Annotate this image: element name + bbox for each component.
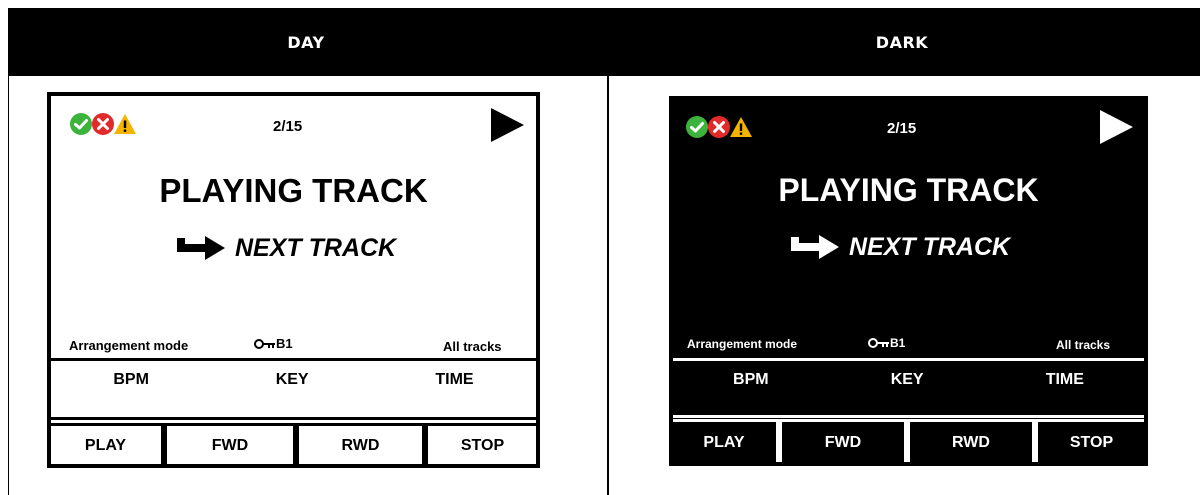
rwd-button[interactable]: RWD [296,423,425,464]
track-counter: 2/15 [273,118,303,135]
warning-triangle-icon [730,117,752,137]
right-arrow-icon [177,235,225,260]
time-label: TIME [435,371,474,388]
playing-track-title: PLAYING TRACK [159,172,428,209]
meta-box: BPM KEY TIME [51,358,536,420]
play-button[interactable]: PLAY [51,423,164,464]
bpm-label: BPM [733,371,769,388]
key-icon [868,338,889,348]
check-circle-icon [686,116,708,138]
key-label: KEY [275,371,309,388]
key-indicator: B1 [868,336,905,350]
key-value: B1 [276,336,293,351]
tracks-filter: All tracks [443,339,502,354]
track-counter: 2/15 [887,120,917,137]
warning-triangle-icon [114,114,136,134]
next-track-row: NEXT TRACK [175,234,396,263]
fwd-button[interactable]: FWD [779,419,907,462]
rwd-button[interactable]: RWD [907,419,1035,462]
play-indicator-icon [1100,110,1133,144]
tracks-filter: All tracks [1056,338,1111,352]
table-left-border [8,76,9,495]
error-circle-icon [92,113,114,135]
day-screen: 2/15 PLAYING TRACK NEXT TRACK Arrangemen… [47,92,540,468]
header-dark-label: DARK [875,32,929,52]
key-icon [254,338,275,349]
play-button[interactable]: PLAY [673,419,779,462]
key-value: B1 [890,336,906,350]
error-circle-icon [708,116,730,138]
mode-label: Arrangement mode [69,338,189,353]
header-bar: DAY DARK [8,8,1200,76]
time-label: TIME [1045,371,1084,388]
table-middle-divider [607,8,609,495]
playing-track-title: PLAYING TRACK [778,172,1039,208]
stop-button[interactable]: STOP [425,423,536,464]
check-circle-icon [70,113,92,135]
header-day-label: DAY [287,32,325,52]
stop-button[interactable]: STOP [1035,419,1144,462]
transport-buttons: PLAY FWD RWD STOP [51,423,536,464]
next-track-label: NEXT TRACK [849,233,1011,261]
bpm-label: BPM [113,371,149,388]
transport-buttons: PLAY FWD RWD STOP [673,419,1144,462]
next-track-row: NEXT TRACK [789,233,1010,262]
mode-label: Arrangement mode [687,337,798,351]
meta-box: BPM KEY TIME [673,358,1144,418]
key-label: KEY [890,371,924,388]
status-icons [685,115,753,139]
status-icons [69,112,137,136]
dark-screen: 2/15 PLAYING TRACK NEXT TRACK Arrangemen… [669,96,1148,466]
next-track-label: NEXT TRACK [235,234,397,262]
key-indicator: B1 [254,336,293,351]
fwd-button[interactable]: FWD [164,423,296,464]
right-arrow-icon [791,234,839,259]
play-indicator-icon [491,108,524,142]
